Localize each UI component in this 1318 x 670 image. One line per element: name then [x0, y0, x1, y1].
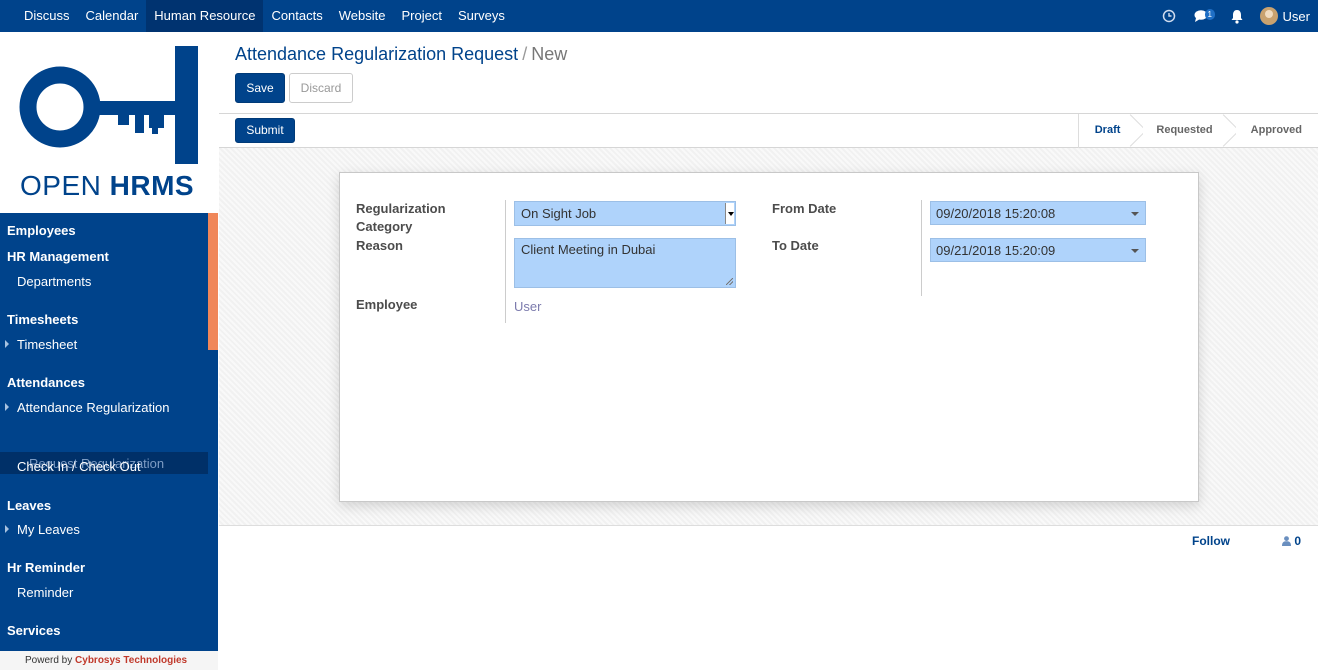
breadcrumb-separator: /: [522, 44, 528, 64]
sidebar-item-leaves: Leaves: [7, 498, 52, 513]
status-bar: Submit Draft Requested Approved: [219, 114, 1318, 148]
sidebar-item-attendances: Attendances: [7, 375, 86, 390]
from-date-label: From Date: [772, 201, 837, 216]
reason-textarea[interactable]: Client Meeting in Dubai: [514, 238, 736, 288]
top-navbar: Discuss Calendar Human Resource Contacts…: [0, 0, 1318, 32]
chevron-right-icon: [1129, 114, 1143, 148]
avatar: [1259, 7, 1278, 25]
user-icon: [1282, 536, 1291, 546]
caret-down-icon[interactable]: [1131, 249, 1139, 253]
breadcrumb: Attendance Regularization Request / New: [235, 44, 567, 65]
chevron-right-icon: [1222, 114, 1236, 148]
dropdown-arrow-icon[interactable]: [725, 203, 734, 224]
breadcrumb-current: New: [531, 44, 568, 64]
reason-label: Reason: [356, 238, 403, 253]
field-divider: [505, 200, 506, 323]
employee-label: Employee: [356, 297, 418, 312]
notification-bell-icon[interactable]: [1220, 0, 1254, 32]
caret-right-icon: [5, 525, 9, 533]
caret-down-icon[interactable]: [1131, 212, 1139, 216]
submit-button[interactable]: Submit: [235, 118, 295, 143]
powered-by-link[interactable]: Cybrosys Technologies: [75, 655, 187, 666]
menu-website[interactable]: Website: [331, 0, 394, 32]
regularization-category-select[interactable]: On Sight Job: [514, 201, 736, 226]
app-menu: Discuss Calendar Human Resource Contacts…: [16, 0, 513, 32]
from-date-field[interactable]: 09/20/2018 15:20:08: [930, 201, 1146, 225]
sidebar-item-hr-management[interactable]: HR Management: [7, 249, 109, 264]
menu-surveys[interactable]: Surveys: [450, 0, 513, 32]
sidebar-item-hr-reminder: Hr Reminder: [7, 560, 86, 575]
sidebar-item-attendance-regularization[interactable]: Attendance Regularization: [17, 400, 170, 415]
menu-project[interactable]: Project: [393, 0, 449, 32]
follow-button[interactable]: Follow: [1192, 534, 1230, 548]
open-hrms-logo[interactable]: OPEN HRMS: [0, 32, 218, 213]
employee-value[interactable]: User: [514, 299, 541, 314]
sidebar-item-my-leaves[interactable]: My Leaves: [17, 522, 80, 537]
followers-count: 0: [1294, 534, 1302, 548]
logo-text: OPEN HRMS: [20, 170, 195, 201]
caret-right-icon: [5, 403, 9, 411]
sidebar-menu: Employees HR Management Departments Time…: [0, 213, 208, 651]
sidebar-item-employees[interactable]: Employees: [7, 223, 76, 238]
sidebar-item-check-in-check-out[interactable]: Check In / Check Out: [17, 459, 141, 474]
powered-by-footer: Powerd by Cybrosys Technologies: [0, 651, 218, 670]
stage-requested[interactable]: Requested: [1136, 114, 1228, 148]
menu-discuss[interactable]: Discuss: [16, 0, 78, 32]
stage-draft[interactable]: Draft: [1079, 114, 1137, 148]
stage-pipeline: Draft Requested Approved: [1077, 114, 1318, 148]
caret-right-icon: [5, 340, 9, 348]
sidebar-item-services: Services: [7, 623, 61, 638]
menu-contacts[interactable]: Contacts: [263, 0, 330, 32]
followers-button[interactable]: 0: [1282, 534, 1301, 548]
to-date-field[interactable]: 09/21/2018 15:20:09: [930, 238, 1146, 262]
sidebar-item-reminder[interactable]: Reminder: [17, 585, 73, 600]
message-count-badge: 1: [1204, 9, 1215, 20]
to-date-label: To Date: [772, 238, 819, 253]
user-menu[interactable]: User: [1254, 0, 1318, 32]
regularization-category-label: Regularization Category: [356, 201, 446, 234]
sidebar: OPEN HRMS Employees HR Management Depart…: [0, 32, 218, 670]
sidebar-scrollbar-thumb[interactable]: [208, 213, 218, 350]
field-divider: [921, 200, 922, 296]
control-panel: Attendance Regularization Request / New Sa…: [219, 32, 1318, 114]
breadcrumb-parent[interactable]: Attendance Regularization Request: [235, 44, 518, 64]
activity-clock-icon[interactable]: [1152, 0, 1186, 32]
messages-icon[interactable]: 1: [1186, 0, 1220, 32]
menu-human-resource[interactable]: Human Resource: [146, 0, 264, 32]
menu-calendar[interactable]: Calendar: [78, 0, 147, 32]
chatter: Follow 0: [219, 527, 1318, 670]
sidebar-item-departments[interactable]: Departments: [17, 274, 91, 289]
resize-handle-icon[interactable]: [726, 278, 733, 285]
discard-button[interactable]: Discard: [289, 73, 353, 103]
user-name: User: [1282, 8, 1310, 24]
save-button[interactable]: Save: [235, 73, 285, 103]
stage-approved[interactable]: Approved: [1229, 114, 1318, 148]
sidebar-item-timesheet[interactable]: Timesheet: [17, 337, 77, 352]
sidebar-item-timesheets: Timesheets: [7, 312, 79, 327]
